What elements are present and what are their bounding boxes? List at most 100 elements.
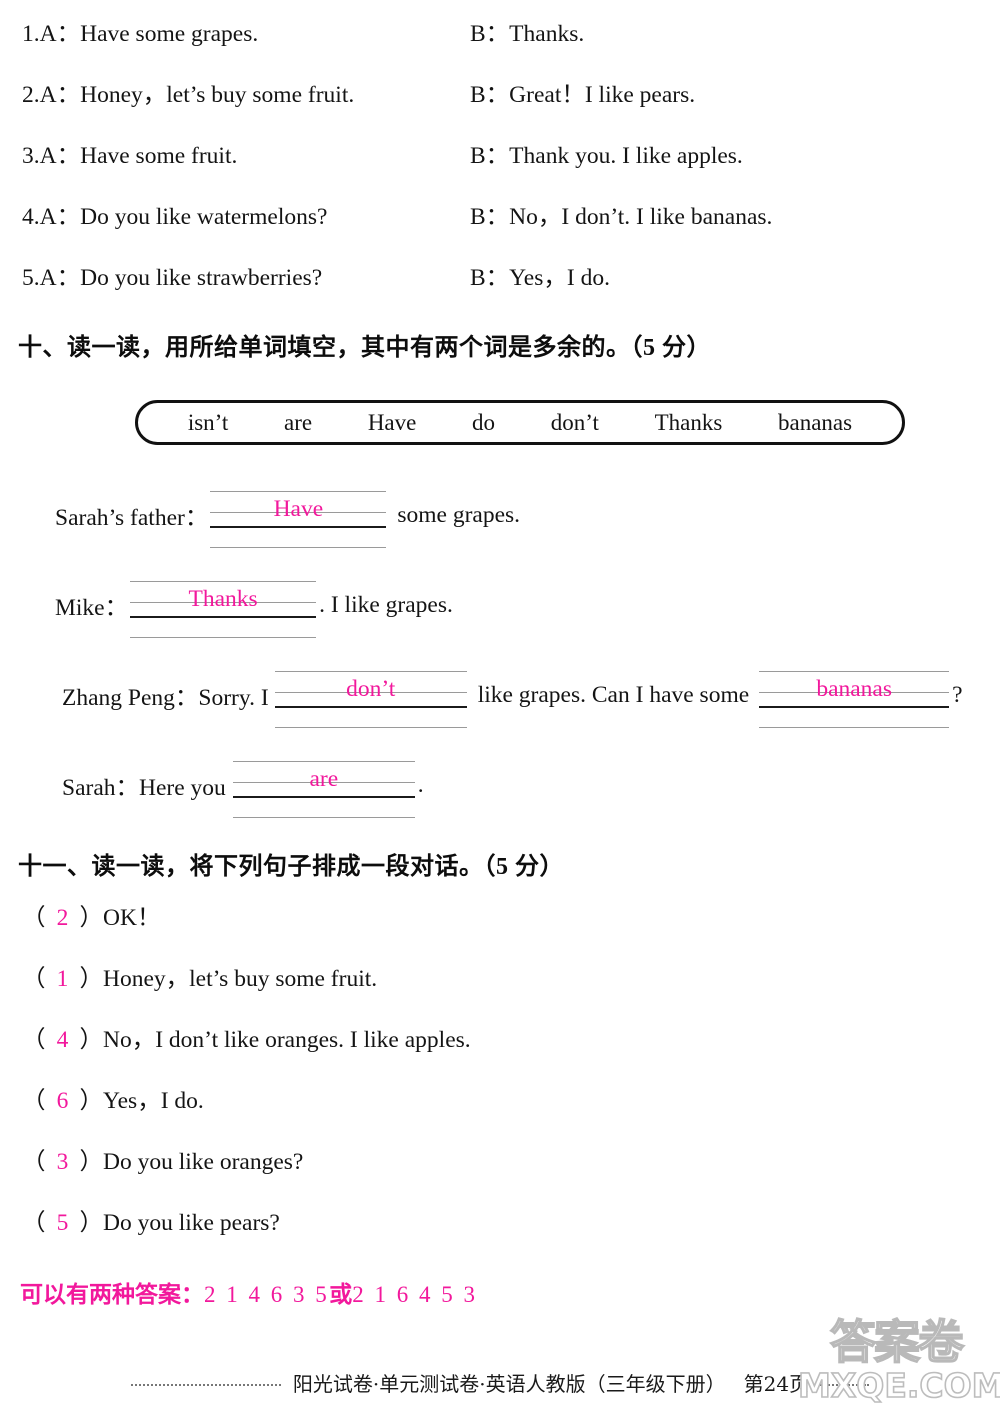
ordering-answer-number[interactable]: 5	[46, 1210, 80, 1237]
rule-line-top	[759, 671, 950, 672]
section-eleven-heading: 十一、读一读，将下列句子排成一段对话。（5 分）	[18, 846, 564, 881]
dialogue-a-text: A：Have some grapes.	[39, 21, 259, 47]
fill-line-mike: Mike： Thanks . I like grapes.	[0, 560, 1000, 650]
fill-blank-have[interactable]: Have	[210, 485, 387, 548]
dialogue-speaker-b: B：Great！I like pears.	[470, 82, 696, 108]
ordering-paren-close: ）	[79, 1149, 104, 1175]
fill-line-tail: like grapes. Can I have some	[477, 681, 750, 708]
word-bank-item[interactable]: Thanks	[655, 410, 723, 436]
rule-line-baseline	[274, 706, 467, 708]
footer-title: 阳光试卷·单元测试卷·英语人教版（三年级下册）	[292, 1372, 726, 1396]
dialogue-speaker-a: 3.A：Have some fruit.	[0, 136, 470, 170]
watermark-seal-text: 答案卷	[829, 1315, 965, 1369]
rule-line-bottom	[274, 727, 467, 728]
ordering-answer-number[interactable]: 1	[46, 966, 80, 993]
ordering-paren-close: ）	[79, 966, 104, 992]
dialogue-a-text: A：Do you like strawberries?	[39, 265, 323, 291]
rule-line-top	[130, 581, 317, 582]
ordering-paren-open: （	[22, 905, 46, 931]
ordering-sentence: Honey，let’s buy some fruit.	[103, 966, 378, 992]
dialogue-number: 1.	[22, 21, 40, 47]
answer-note-label: 可以有两种答案：	[20, 1282, 204, 1308]
answer-note-sequence-one: 2 1 4 6 3 5	[204, 1282, 330, 1307]
rule-line-bottom	[759, 727, 950, 728]
dialogue-number: 4.	[22, 204, 40, 230]
fill-line-speaker: Sarah’s father：	[55, 505, 209, 531]
ordering-sentence: OK！	[103, 905, 161, 931]
fill-line-tail-2: ?	[952, 681, 963, 708]
dialogue-number: 3.	[22, 143, 40, 169]
word-bank-item[interactable]: isn’t	[188, 410, 228, 436]
rule-line-top	[232, 761, 415, 762]
dialogue-row: 4.A：Do you like watermelons? B：No，I don’…	[0, 197, 1000, 258]
rule-line-top	[274, 671, 467, 672]
answer-note-conjunction: 或	[329, 1282, 353, 1308]
footer-divider-right	[809, 1383, 870, 1386]
section-eleven-points: （5 分）	[483, 854, 564, 880]
rule-line-baseline	[759, 706, 950, 708]
ordering-row: （4） No，I don’t like oranges. I like apple…	[0, 1020, 1000, 1081]
dialogue-speaker-a: 2.A：Honey，let’s buy some fruit.	[0, 75, 470, 109]
ordering-paren-close: ）	[79, 1210, 104, 1236]
ordering-paren-open: （	[22, 1027, 46, 1053]
ordering-list: （2） OK！ （1） Honey，let’s buy some fruit. （4…	[0, 898, 1000, 1264]
fill-line-sarah: Sarah：Here you are .	[0, 740, 1000, 830]
fill-answer-text: are	[309, 766, 339, 792]
word-bank-item[interactable]: bananas	[778, 410, 852, 436]
ordering-paren-open: （	[22, 1149, 46, 1175]
dialogue-speaker-a: 4.A：Do you like watermelons?	[0, 197, 470, 231]
fill-answer-text: don’t	[346, 676, 396, 702]
dialogue-a-text: A：Honey，let’s buy some fruit.	[39, 82, 355, 108]
fill-line-tail: .	[417, 771, 424, 798]
ordering-answer-number[interactable]: 3	[46, 1149, 80, 1176]
rule-line-bottom	[232, 817, 415, 818]
fill-blank-bananas[interactable]: bananas	[759, 665, 950, 728]
fill-answer-text: bananas	[816, 676, 892, 702]
word-bank-item[interactable]: Have	[368, 410, 417, 436]
section-eleven-heading-text: 十一、读一读，将下列句子排成一段对话。	[18, 852, 484, 880]
ordering-answer-number[interactable]: 6	[46, 1088, 80, 1115]
ordering-paren-open: （	[22, 966, 46, 992]
dialogue-number: 5.	[22, 265, 40, 291]
ordering-paren-close: ）	[79, 1027, 104, 1053]
footer-divider-left	[130, 1383, 281, 1386]
section-ten-heading: 十、读一读，用所给单词填空，其中有两个词是多余的。（5 分）	[18, 327, 711, 362]
watermark: 答案卷 MXQE.COM	[797, 1315, 1000, 1412]
ordering-row: （6） Yes，I do.	[0, 1081, 1000, 1142]
answer-note: 可以有两种答案：2 1 4 6 3 5或2 1 6 4 5 3	[20, 1275, 478, 1309]
fill-line-speaker: Sarah：Here you	[62, 775, 226, 801]
word-bank-item[interactable]: don’t	[551, 410, 599, 436]
fill-line-zhang-peng: Zhang Peng：Sorry. I don’t like grapes. C…	[0, 650, 1000, 740]
ordering-row: （1） Honey，let’s buy some fruit.	[0, 959, 1000, 1020]
ordering-paren-close: ）	[79, 1088, 104, 1114]
dialogue-pair-list: 1.A：Have some grapes. B：Thanks. 2.A：Hone…	[0, 14, 1000, 319]
fill-answer-text: Thanks	[188, 586, 258, 612]
footer-page-number: 第24页	[743, 1372, 810, 1396]
section-ten-points: （5 分）	[630, 335, 711, 361]
ordering-row: （5） Do you like pears?	[0, 1203, 1000, 1264]
word-bank: isn’t are Have do don’t Thanks bananas	[135, 400, 905, 445]
ordering-answer-number[interactable]: 2	[46, 905, 80, 932]
dialogue-row: 3.A：Have some fruit. B：Thank you. I like…	[0, 136, 1000, 197]
dialogue-row: 1.A：Have some grapes. B：Thanks.	[0, 14, 1000, 75]
dialogue-speaker-b: B：Thank you. I like apples.	[470, 143, 743, 169]
fill-blank-dont[interactable]: don’t	[274, 665, 467, 728]
dialogue-a-text: A：Do you like watermelons?	[39, 204, 328, 230]
word-bank-item[interactable]: are	[284, 410, 312, 436]
dialogue-a-text: A：Have some fruit.	[39, 143, 238, 169]
fill-blank-thanks[interactable]: Thanks	[130, 575, 317, 638]
dialogue-number: 2.	[22, 82, 40, 108]
rule-line-baseline	[210, 526, 387, 528]
fill-blank-are[interactable]: are	[232, 755, 415, 818]
page-footer: 阳光试卷·单元测试卷·英语人教版（三年级下册） 第24页	[0, 1368, 1000, 1397]
dialogue-speaker-a: 5.A：Do you like strawberries?	[0, 258, 470, 292]
word-bank-item[interactable]: do	[472, 410, 495, 436]
section-ten-heading-text: 十、读一读，用所给单词填空，其中有两个词是多余的。	[18, 333, 631, 361]
rule-line-bottom	[130, 637, 317, 638]
dialogue-row: 5.A：Do you like strawberries? B：Yes，I do…	[0, 258, 1000, 319]
ordering-sentence: Yes，I do.	[103, 1088, 204, 1114]
ordering-sentence: Do you like pears?	[103, 1210, 280, 1236]
fill-line-speaker: Zhang Peng：Sorry. I	[62, 685, 269, 711]
ordering-answer-number[interactable]: 4	[46, 1027, 80, 1054]
answer-note-sequence-two: 2 1 6 4 5 3	[352, 1282, 478, 1307]
